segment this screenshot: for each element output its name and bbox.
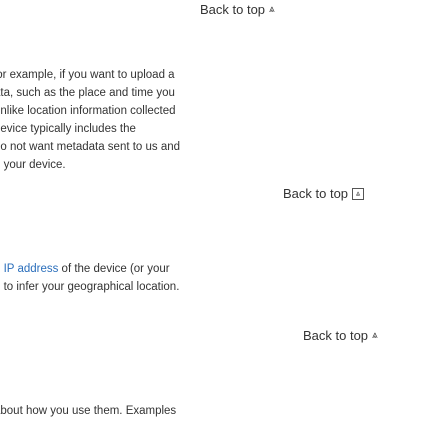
paragraph-line: n your device. <box>0 159 66 171</box>
back-to-top-link[interactable]: Back to top ⩓ <box>200 2 275 17</box>
paragraph-line: d to infer your geographical location. <box>0 281 180 293</box>
boxed-chevron-up-icon: ⩓ <box>352 187 365 200</box>
double-chevron-up-icon: ⩓ <box>372 329 378 341</box>
back-to-top-label: Back to top <box>283 186 349 201</box>
ip-address-link[interactable]: IP address <box>4 263 59 275</box>
usage-fragment: ; <box>0 374 448 392</box>
paragraph-line: e IP address of the device (or your <box>0 260 448 278</box>
paragraph-line: 'or example, if you want to upload a <box>0 69 175 81</box>
location-info-paragraph: 'or example, if you want to upload a ata… <box>0 66 448 174</box>
paragraph-line: ; <box>0 374 448 392</box>
back-to-top-link[interactable]: Back to top ⩓ <box>283 186 365 201</box>
usage-paragraph: about how you use them. Examples <box>0 402 448 420</box>
back-to-top-label: Back to top <box>303 328 369 343</box>
back-to-top-link[interactable]: Back to top ⩓ <box>303 328 378 343</box>
paragraph-line: about how you use them. Examples <box>0 405 177 417</box>
paragraph-line: device typically includes the <box>0 123 136 135</box>
paragraph-line: unlike location information collected <box>0 105 176 117</box>
double-chevron-up-icon: ⩓ <box>269 3 275 15</box>
back-to-top-label: Back to top <box>200 2 266 17</box>
ip-address-paragraph: e IP address of the device (or your d to… <box>0 260 448 296</box>
paragraph-line: do not want metadata sent to us and <box>0 141 181 153</box>
paragraph-text: of the device (or your <box>58 263 170 275</box>
privacy-policy-page: Back to top ⩓ 'or example, if you want t… <box>0 0 448 448</box>
paragraph-line: ata, such as the place and time you <box>0 87 175 99</box>
